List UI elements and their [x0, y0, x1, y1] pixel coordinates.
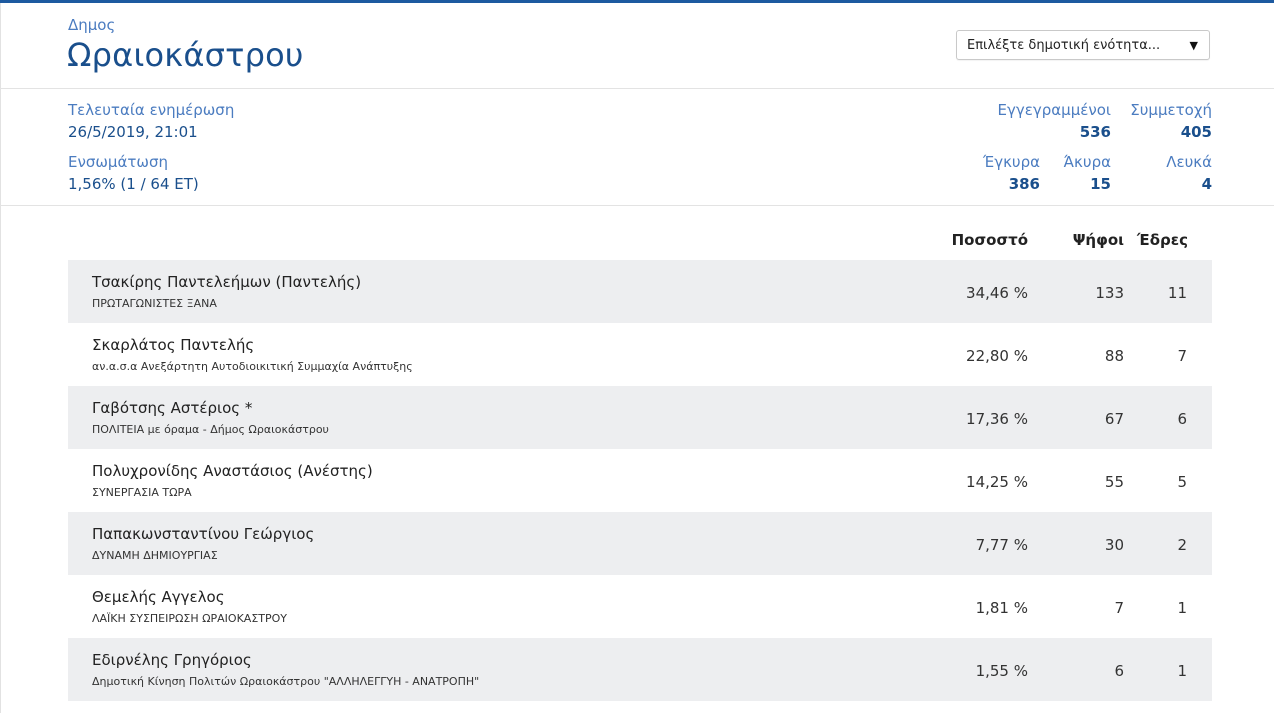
seats-cell: 1 [1177, 662, 1187, 680]
party-name: ΣΥΝΕΡΓΑΣΙΑ ΤΩΡΑ [92, 486, 192, 499]
turnout-label: Συμμετοχή [1130, 101, 1212, 119]
invalid-value: 15 [1090, 175, 1111, 193]
last-update-label: Τελευταία ενημέρωση [68, 101, 235, 119]
votes-cell: 6 [1114, 662, 1124, 680]
percent-cell: 17,36 % [966, 410, 1028, 428]
votes-cell: 7 [1114, 599, 1124, 617]
percent-cell: 7,77 % [975, 536, 1028, 554]
table-row: Παπακωνσταντίνου Γεώργιος ΔΥΝΑΜΗ ΔΗΜΙΟΥΡ… [68, 512, 1212, 575]
percent-cell: 1,81 % [975, 599, 1028, 617]
votes-cell: 88 [1104, 347, 1124, 365]
table-row: Πολυχρονίδης Αναστάσιος (Ανέστης) ΣΥΝΕΡΓ… [68, 449, 1212, 512]
table-row: Σκαρλάτος Παντελής αν.α.σ.α Ανεξάρτητη Α… [68, 323, 1212, 386]
seats-cell: 2 [1177, 536, 1187, 554]
registered-value: 536 [1079, 123, 1111, 141]
candidate-name: Σκαρλάτος Παντελής [92, 336, 255, 354]
stats-divider [0, 205, 1274, 206]
candidate-name: Γαβότσης Αστέριος * [92, 399, 253, 417]
valid-value: 386 [1008, 175, 1040, 193]
district-select-value: Επιλέξτε δημοτική ενότητα... [967, 38, 1161, 53]
blank-label: Λευκά [1166, 153, 1212, 171]
seats-cell: 1 [1177, 599, 1187, 617]
table-row: Τσακίρης Παντελεήμων (Παντελής) ΠΡΩΤΑΓΩΝ… [68, 260, 1212, 323]
seats-cell: 11 [1167, 284, 1187, 302]
table-row: Θεμελής Αγγελος ΛΑΪΚΗ ΣΥΣΠΕΙΡΩΣΗ ΩΡΑΙΟΚΑ… [68, 575, 1212, 638]
candidate-name: Πολυχρονίδης Αναστάσιος (Ανέστης) [92, 462, 373, 480]
turnout-value: 405 [1180, 123, 1212, 141]
seats-cell: 7 [1177, 347, 1187, 365]
candidate-name: Εδιρνέλης Γρηγόριος [92, 651, 252, 669]
votes-cell: 133 [1095, 284, 1124, 302]
chevron-down-icon: ▼ [1189, 39, 1198, 52]
percent-cell: 22,80 % [966, 347, 1028, 365]
table-row: Γαβότσης Αστέριος * ΠΟΛΙΤΕΙΑ με όραμα - … [68, 386, 1212, 449]
party-name: Δημοτική Κίνηση Πολιτών Ωραιοκάστρου "ΑΛ… [92, 675, 480, 688]
votes-cell: 30 [1104, 536, 1124, 554]
column-header-percent: Ποσοστό [951, 231, 1028, 249]
column-header-seats: Έδρες [1137, 231, 1188, 249]
municipality-kicker: Δημος [68, 16, 116, 34]
blank-value: 4 [1201, 175, 1212, 193]
header-divider [0, 88, 1274, 89]
top-accent-bar [0, 0, 1274, 3]
valid-label: Έγκυρα [983, 153, 1040, 171]
votes-cell: 55 [1104, 473, 1124, 491]
invalid-label: Άκυρα [1063, 153, 1111, 171]
party-name: ΔΥΝΑΜΗ ΔΗΜΙΟΥΡΓΙΑΣ [92, 549, 218, 562]
table-row: Εδιρνέλης Γρηγόριος Δημοτική Κίνηση Πολι… [68, 638, 1212, 701]
page-title: Ωραιοκάστρου [67, 36, 304, 74]
party-name: αν.α.σ.α Ανεξάρτητη Αυτοδιοικιτική Συμμα… [92, 360, 413, 373]
candidate-name: Θεμελής Αγγελος [92, 588, 225, 606]
votes-cell: 67 [1104, 410, 1124, 428]
last-update-value: 26/5/2019, 21:01 [68, 123, 198, 141]
party-name: ΠΡΩΤΑΓΩΝΙΣΤΕΣ ΞΑΝΑ [92, 297, 217, 310]
party-name: ΠΟΛΙΤΕΙΑ με όραμα - Δήμος Ωραιοκάστρου [92, 423, 329, 436]
seats-cell: 6 [1177, 410, 1187, 428]
district-select[interactable]: Επιλέξτε δημοτική ενότητα... ▼ [956, 30, 1210, 60]
candidate-name: Παπακωνσταντίνου Γεώργιος [92, 525, 315, 543]
registered-label: Εγγεγραμμένοι [997, 101, 1111, 119]
candidate-name: Τσακίρης Παντελεήμων (Παντελής) [92, 273, 362, 291]
percent-cell: 14,25 % [966, 473, 1028, 491]
left-border [0, 3, 1, 713]
party-name: ΛΑΪΚΗ ΣΥΣΠΕΙΡΩΣΗ ΩΡΑΙΟΚΑΣΤΡΟΥ [92, 612, 288, 625]
integration-value: 1,56% (1 / 64 ΕΤ) [68, 175, 199, 193]
integration-label: Ενσωμάτωση [68, 153, 168, 171]
seats-cell: 5 [1177, 473, 1187, 491]
percent-cell: 34,46 % [966, 284, 1028, 302]
percent-cell: 1,55 % [975, 662, 1028, 680]
column-header-votes: Ψήφοι [1072, 231, 1124, 249]
